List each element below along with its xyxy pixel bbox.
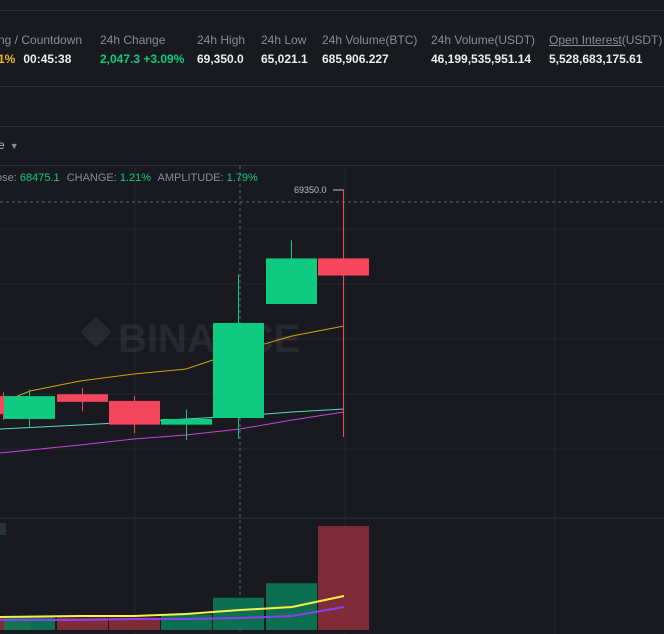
stat-label: 24h Volume(USDT) [431,33,536,47]
candles-layer [0,190,369,440]
high-price-label: 69350.0 [294,185,327,195]
divider [0,126,664,127]
stat-value: 5,528,683,175.61 [549,52,643,66]
stat-24h-high: 24h High 69,350.0 [197,33,245,66]
funding-rate-value: 1% [0,52,16,66]
volume-bar[interactable] [161,614,212,630]
interval-dropdown[interactable]: e ▼ [0,138,19,152]
stat-value: 46,199,535,951.14 [431,52,532,66]
open-interest-unit: (USDT) [621,33,663,47]
watermark-text: BINANCE [118,317,300,361]
candle-body[interactable] [109,400,160,425]
stat-label: Open Interest(USDT) [549,33,662,49]
stat-countdown: ng / Countdown 1% 00:45:38 [0,33,82,66]
stat-24h-change: 24h Change 2,047.3 +3.09% [100,33,184,66]
stat-value: 69,350.0 [197,52,244,66]
stat-label: 24h Volume(BTC) [322,33,418,47]
volume-pane-handle[interactable] [0,523,6,535]
candle-body[interactable] [57,394,108,402]
countdown-value: 00:45:38 [23,52,72,66]
candle-body[interactable] [266,258,317,304]
high-price-marker: 69350.0 [294,185,344,195]
stat-open-interest: Open Interest(USDT) 5,528,683,175.61 [549,33,662,66]
candle-body[interactable] [213,323,264,418]
stat-label: 24h Low [261,33,307,47]
open-interest-link[interactable]: Open Interest [549,33,622,47]
candle-body[interactable] [4,396,55,419]
candlestick-chart[interactable]: BINANCE 69350.0 [0,166,664,634]
interval-label: e [0,138,5,152]
ticker-stats-bar: ng / Countdown 1% 00:45:38 24h Change 2,0… [0,0,664,86]
divider [0,86,664,87]
chevron-down-icon: ▼ [9,141,19,151]
stat-value: 1% 00:45:38 [0,52,82,66]
candle-body[interactable] [318,258,369,276]
volume-bar[interactable] [213,597,264,630]
stat-24h-volume-btc: 24h Volume(BTC) 685,906.227 [322,33,417,66]
volume-bar[interactable] [318,526,369,630]
stat-value: 65,021.1 [261,52,308,66]
stat-24h-low: 24h Low 65,021.1 [261,33,308,66]
stat-label: 24h High [197,33,246,47]
stat-value: 685,906.227 [322,52,389,66]
stat-24h-volume-usdt: 24h Volume(USDT) 46,199,535,951.14 [431,33,535,66]
stat-value: 2,047.3 +3.09% [100,52,185,66]
stat-label: 24h Change [100,33,166,47]
candle-body[interactable] [161,418,212,425]
stat-label: ng / Countdown [0,33,83,47]
